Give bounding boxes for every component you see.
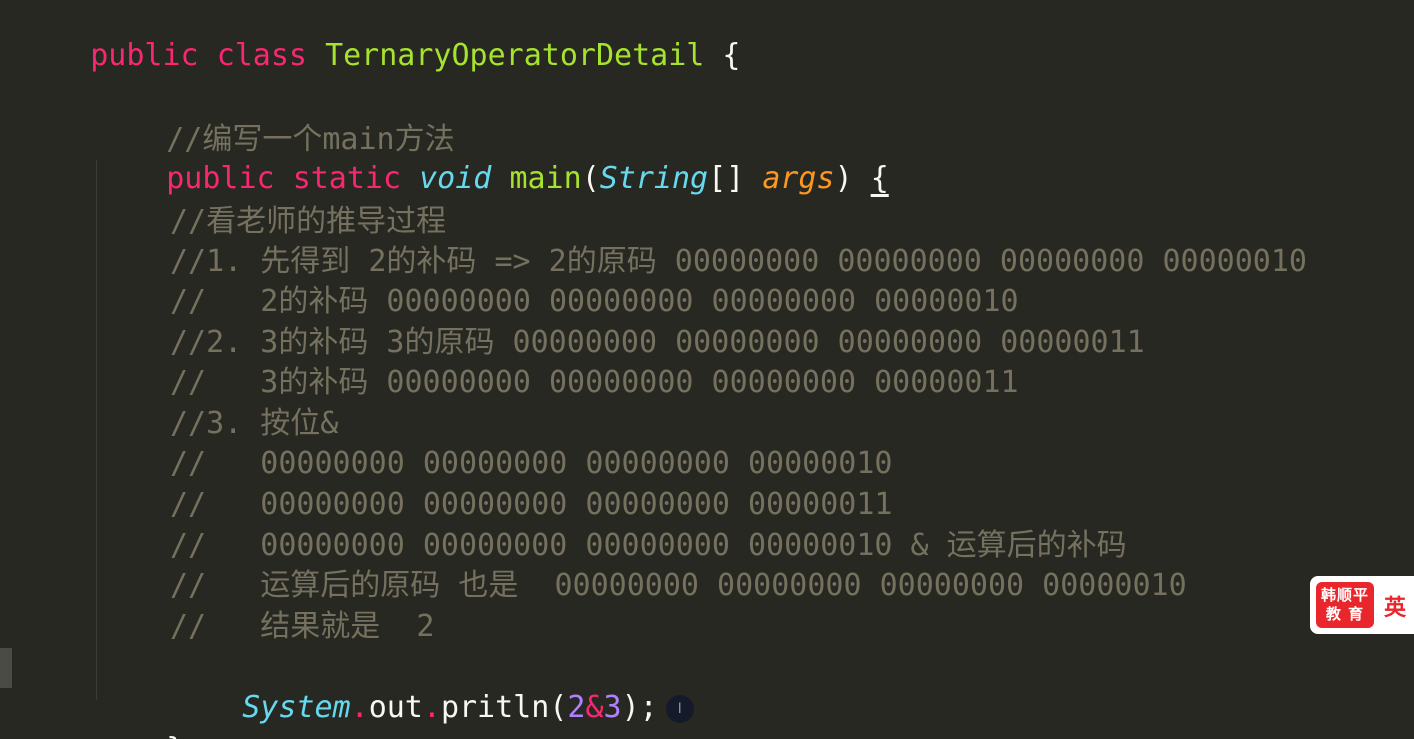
dot-operator: . — [350, 690, 369, 725]
code-line-comment[interactable]: // 结果就是 2 — [170, 607, 435, 647]
code-line-comment[interactable]: // 2的补码 00000000 00000000 00000000 00000… — [170, 282, 1019, 322]
keyword-public: public — [166, 161, 275, 196]
code-line-comment[interactable]: // 运算后的原码 也是 00000000 00000000 00000000 … — [170, 566, 1187, 606]
type-string: String — [599, 161, 709, 196]
keyword-class: class — [216, 38, 307, 73]
code-line-print-statement[interactable]: System.out.pritln(2&3); I — [170, 648, 694, 725]
code-editor[interactable]: public class TernaryOperatorDetail { //编… — [0, 0, 1414, 739]
number-literal: 3 — [603, 690, 622, 725]
comment: // 2的补码 00000000 00000000 00000000 00000… — [170, 284, 1019, 319]
language-toggle[interactable]: 英 — [1384, 590, 1406, 622]
comment: // 00000000 00000000 00000000 00000011 — [170, 487, 893, 522]
method-main: main — [509, 161, 582, 196]
comment: //2. 3的补码 3的原码 00000000 00000000 0000000… — [170, 325, 1145, 360]
field-out: out — [368, 690, 423, 725]
class-name: TernaryOperatorDetail — [325, 38, 705, 73]
code-line-comment[interactable]: //编写一个main方法 — [94, 80, 454, 157]
brand-logo: 韩顺平 教 育 — [1316, 582, 1374, 628]
comment: // 3的补码 00000000 00000000 00000000 00000… — [170, 365, 1019, 400]
open-brace: { — [722, 38, 741, 73]
code-line-class-declaration[interactable]: public class TernaryOperatorDetail { — [18, 0, 740, 73]
comment: // 00000000 00000000 00000000 00000010 &… — [170, 528, 1127, 563]
current-line-marker — [0, 648, 12, 688]
type-void: void — [419, 161, 492, 196]
number-literal: 2 — [567, 690, 586, 725]
code-line-comment[interactable]: //看老师的推导过程 — [170, 202, 446, 242]
method-call: pritln( — [440, 690, 568, 725]
comment: //3. 按位& — [170, 406, 339, 441]
code-line-comment[interactable]: //3. 按位& — [170, 404, 338, 444]
code-line-main-signature[interactable]: public static void main(String[] args) { — [94, 119, 889, 196]
indent-guide — [96, 160, 97, 700]
dot-operator: . — [422, 690, 441, 725]
param-args: args — [762, 161, 835, 196]
logo-text-line1: 韩顺平 — [1320, 586, 1369, 604]
text-cursor-icon: I — [665, 694, 694, 723]
comment: // 运算后的原码 也是 00000000 00000000 00000000 … — [170, 568, 1187, 603]
open-brace: { — [870, 161, 889, 196]
class-system: System — [242, 690, 351, 725]
comment: //看老师的推导过程 — [170, 204, 447, 239]
code-line-comment[interactable]: // 3的补码 00000000 00000000 00000000 00000… — [170, 363, 1019, 403]
code-line-comment[interactable]: //2. 3的补码 3的原码 00000000 00000000 0000000… — [170, 323, 1145, 363]
keyword-static: static — [292, 161, 402, 196]
code-line-comment[interactable]: //1. 先得到 2的补码 => 2的原码 00000000 00000000 … — [170, 242, 1307, 282]
bitwise-and-operator: & — [585, 690, 604, 725]
comment: // 结果就是 2 — [170, 609, 435, 644]
close-brace: } — [166, 732, 184, 739]
logo-widget[interactable]: 韩顺平 教 育 英 — [1310, 576, 1414, 634]
keyword-public: public — [90, 38, 199, 73]
code-line-comment[interactable]: // 00000000 00000000 00000000 00000010 &… — [170, 526, 1127, 566]
code-line-close-brace[interactable]: } — [94, 690, 184, 739]
comment: // 00000000 00000000 00000000 00000010 — [170, 446, 893, 481]
comment: //1. 先得到 2的补码 => 2的原码 00000000 00000000 … — [170, 244, 1307, 279]
open-paren: ( — [581, 161, 600, 196]
code-line-comment[interactable]: // 00000000 00000000 00000000 00000011 — [170, 485, 892, 525]
statement-end: ); — [621, 690, 658, 725]
close-paren: ) — [834, 161, 853, 196]
code-line-comment[interactable]: // 00000000 00000000 00000000 00000010 — [170, 444, 892, 484]
array-brackets: [] — [708, 161, 745, 196]
logo-text-line2: 教 育 — [1325, 605, 1365, 623]
